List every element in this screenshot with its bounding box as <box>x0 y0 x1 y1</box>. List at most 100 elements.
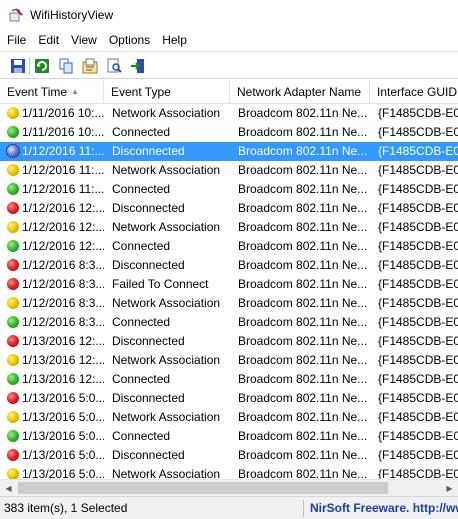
interface-guid-cell: {F1485CDB-E00 <box>378 258 458 272</box>
refresh-button[interactable] <box>33 57 51 75</box>
column-header-adapter-name[interactable]: Network Adapter Name <box>230 80 370 104</box>
event-time-cell: 1/13/2016 5:0... <box>22 448 104 462</box>
yellow-status-icon <box>7 411 19 423</box>
table-row[interactable]: 1/13/2016 5:0... Disconnected Broadcom 802… <box>0 446 458 465</box>
table-row[interactable]: 1/11/2016 10:... Network Association Broad… <box>0 104 458 123</box>
blue-status-icon <box>6 144 20 158</box>
interface-guid-cell: {F1485CDB-E00 <box>378 201 458 215</box>
table-row[interactable]: 1/12/2016 8:3... Network Association Broad… <box>0 294 458 313</box>
scroll-left-icon[interactable]: ◀ <box>0 480 17 497</box>
adapter-name-cell: Broadcom 802.11n Ne... <box>238 467 368 479</box>
table-row[interactable]: 1/12/2016 8:3... Failed To Connect Broadco… <box>0 275 458 294</box>
table-row[interactable]: 1/12/2016 12:... Network Association Broad… <box>0 218 458 237</box>
event-time-cell: 1/12/2016 8:3... <box>22 315 104 329</box>
green-status-icon <box>7 430 19 442</box>
horizontal-scrollbar[interactable]: ◀ ▶ <box>0 479 458 496</box>
interface-guid-cell: {F1485CDB-E00 <box>378 391 458 405</box>
list-rows: 1/11/2016 10:... Network Association Broad… <box>0 104 458 479</box>
adapter-name-cell: Broadcom 802.11n Ne... <box>238 429 368 443</box>
table-row[interactable]: 1/12/2016 8:3... Disconnected Broadcom 802… <box>0 256 458 275</box>
table-row[interactable]: 1/12/2016 11:... Disconnected Broadcom 802… <box>0 142 458 161</box>
adapter-name-cell: Broadcom 802.11n Ne... <box>238 220 368 234</box>
table-row[interactable]: 1/13/2016 5:0... Disconnected Broadcom 802… <box>0 389 458 408</box>
adapter-name-cell: Broadcom 802.11n Ne... <box>238 277 368 291</box>
scroll-right-icon[interactable]: ▶ <box>441 480 458 497</box>
interface-guid-cell: {F1485CDB-E00 <box>378 448 458 462</box>
table-row[interactable]: 1/12/2016 8:3... Connected Broadcom 802.11… <box>0 313 458 332</box>
yellow-status-icon <box>7 164 19 176</box>
column-header-interface-guid[interactable]: Interface GUID <box>370 80 458 104</box>
menu-options[interactable]: Options <box>103 30 156 51</box>
table-row[interactable]: 1/12/2016 11:... Network Association Broad… <box>0 161 458 180</box>
event-time-cell: 1/12/2016 11:... <box>22 182 104 196</box>
history-list[interactable]: Event Time ▲ Event Type Network Adapter … <box>0 80 458 479</box>
column-header-event-type[interactable]: Event Type <box>104 80 230 104</box>
save-button[interactable] <box>9 57 27 75</box>
interface-guid-cell: {F1485CDB-E00 <box>378 467 458 479</box>
table-row[interactable]: 1/12/2016 11:... Connected Broadcom 802.11… <box>0 180 458 199</box>
table-row[interactable]: 1/13/2016 5:0... Network Association Broad… <box>0 465 458 479</box>
adapter-name-cell: Broadcom 802.11n Ne... <box>238 258 368 272</box>
adapter-name-cell: Broadcom 802.11n Ne... <box>238 372 368 386</box>
exit-icon <box>131 59 144 73</box>
adapter-name-cell: Broadcom 802.11n Ne... <box>238 201 368 215</box>
column-header-event-time[interactable]: Event Time ▲ <box>0 80 104 104</box>
yellow-status-icon <box>7 221 19 233</box>
event-type-cell: Connected <box>112 429 171 443</box>
red-status-icon <box>7 392 19 404</box>
red-status-icon <box>7 202 19 214</box>
adapter-name-cell: Broadcom 802.11n Ne... <box>238 106 368 120</box>
interface-guid-cell: {F1485CDB-E00 <box>378 239 458 253</box>
event-type-cell: Connected <box>112 239 171 253</box>
table-row[interactable]: 1/12/2016 12:... Connected Broadcom 802.11… <box>0 237 458 256</box>
scroll-thumb[interactable] <box>18 482 388 494</box>
event-type-cell: Network Association <box>112 467 221 479</box>
event-time-cell: 1/13/2016 12:... <box>22 372 104 386</box>
event-time-cell: 1/12/2016 12:... <box>22 201 104 215</box>
event-type-cell: Connected <box>112 182 171 196</box>
menu-help[interactable]: Help <box>156 30 193 51</box>
event-time-cell: 1/13/2016 5:0... <box>22 429 104 443</box>
table-row[interactable]: 1/13/2016 12:... Disconnected Broadcom 802… <box>0 332 458 351</box>
table-row[interactable]: 1/13/2016 5:0... Connected Broadcom 802.11… <box>0 427 458 446</box>
sort-ascending-icon: ▲ <box>71 87 79 96</box>
table-row[interactable]: 1/13/2016 5:0... Network Association Broad… <box>0 408 458 427</box>
yellow-status-icon <box>7 297 19 309</box>
menu-edit[interactable]: Edit <box>32 30 65 51</box>
list-header: Event Time ▲ Event Type Network Adapter … <box>0 80 458 104</box>
event-time-cell: 1/12/2016 8:3... <box>22 296 104 310</box>
event-type-cell: Disconnected <box>112 201 185 215</box>
event-type-cell: Disconnected <box>112 391 185 405</box>
table-row[interactable]: 1/11/2016 10:... Connected Broadcom 802.11… <box>0 123 458 142</box>
adapter-name-cell: Broadcom 802.11n Ne... <box>238 448 368 462</box>
event-type-cell: Connected <box>112 315 171 329</box>
adapter-name-cell: Broadcom 802.11n Ne... <box>238 182 368 196</box>
yellow-status-icon <box>7 468 19 479</box>
menu-view[interactable]: View <box>65 30 103 51</box>
find-button[interactable] <box>105 57 123 75</box>
save-icon <box>11 59 25 73</box>
wifi-app-icon <box>9 8 23 22</box>
interface-guid-cell: {F1485CDB-E00 <box>378 315 458 329</box>
adapter-name-cell: Broadcom 802.11n Ne... <box>238 144 368 158</box>
event-type-cell: Connected <box>112 372 171 386</box>
interface-guid-cell: {F1485CDB-E00 <box>378 144 458 158</box>
red-status-icon <box>7 335 19 347</box>
table-row[interactable]: 1/13/2016 12:... Network Association Broad… <box>0 351 458 370</box>
exit-button[interactable] <box>129 57 147 75</box>
green-status-icon <box>7 240 19 252</box>
status-bar: 383 item(s), 1 Selected NirSoft Freeware… <box>0 496 458 519</box>
event-type-cell: Network Association <box>112 353 221 367</box>
event-type-cell: Network Association <box>112 296 221 310</box>
copy-button[interactable] <box>57 57 75 75</box>
menu-bar: File Edit View Options Help <box>0 30 458 51</box>
table-row[interactable]: 1/12/2016 12:... Disconnected Broadcom 802… <box>0 199 458 218</box>
table-row[interactable]: 1/13/2016 12:... Connected Broadcom 802.11… <box>0 370 458 389</box>
nirsoft-link[interactable]: NirSoft Freeware. http://ww <box>310 497 458 519</box>
event-type-cell: Disconnected <box>112 448 185 462</box>
menu-file[interactable]: File <box>0 30 32 51</box>
properties-button[interactable] <box>81 57 99 75</box>
copy-icon <box>59 58 73 74</box>
event-time-cell: 1/13/2016 5:0... <box>22 391 104 405</box>
interface-guid-cell: {F1485CDB-E00 <box>378 125 458 139</box>
